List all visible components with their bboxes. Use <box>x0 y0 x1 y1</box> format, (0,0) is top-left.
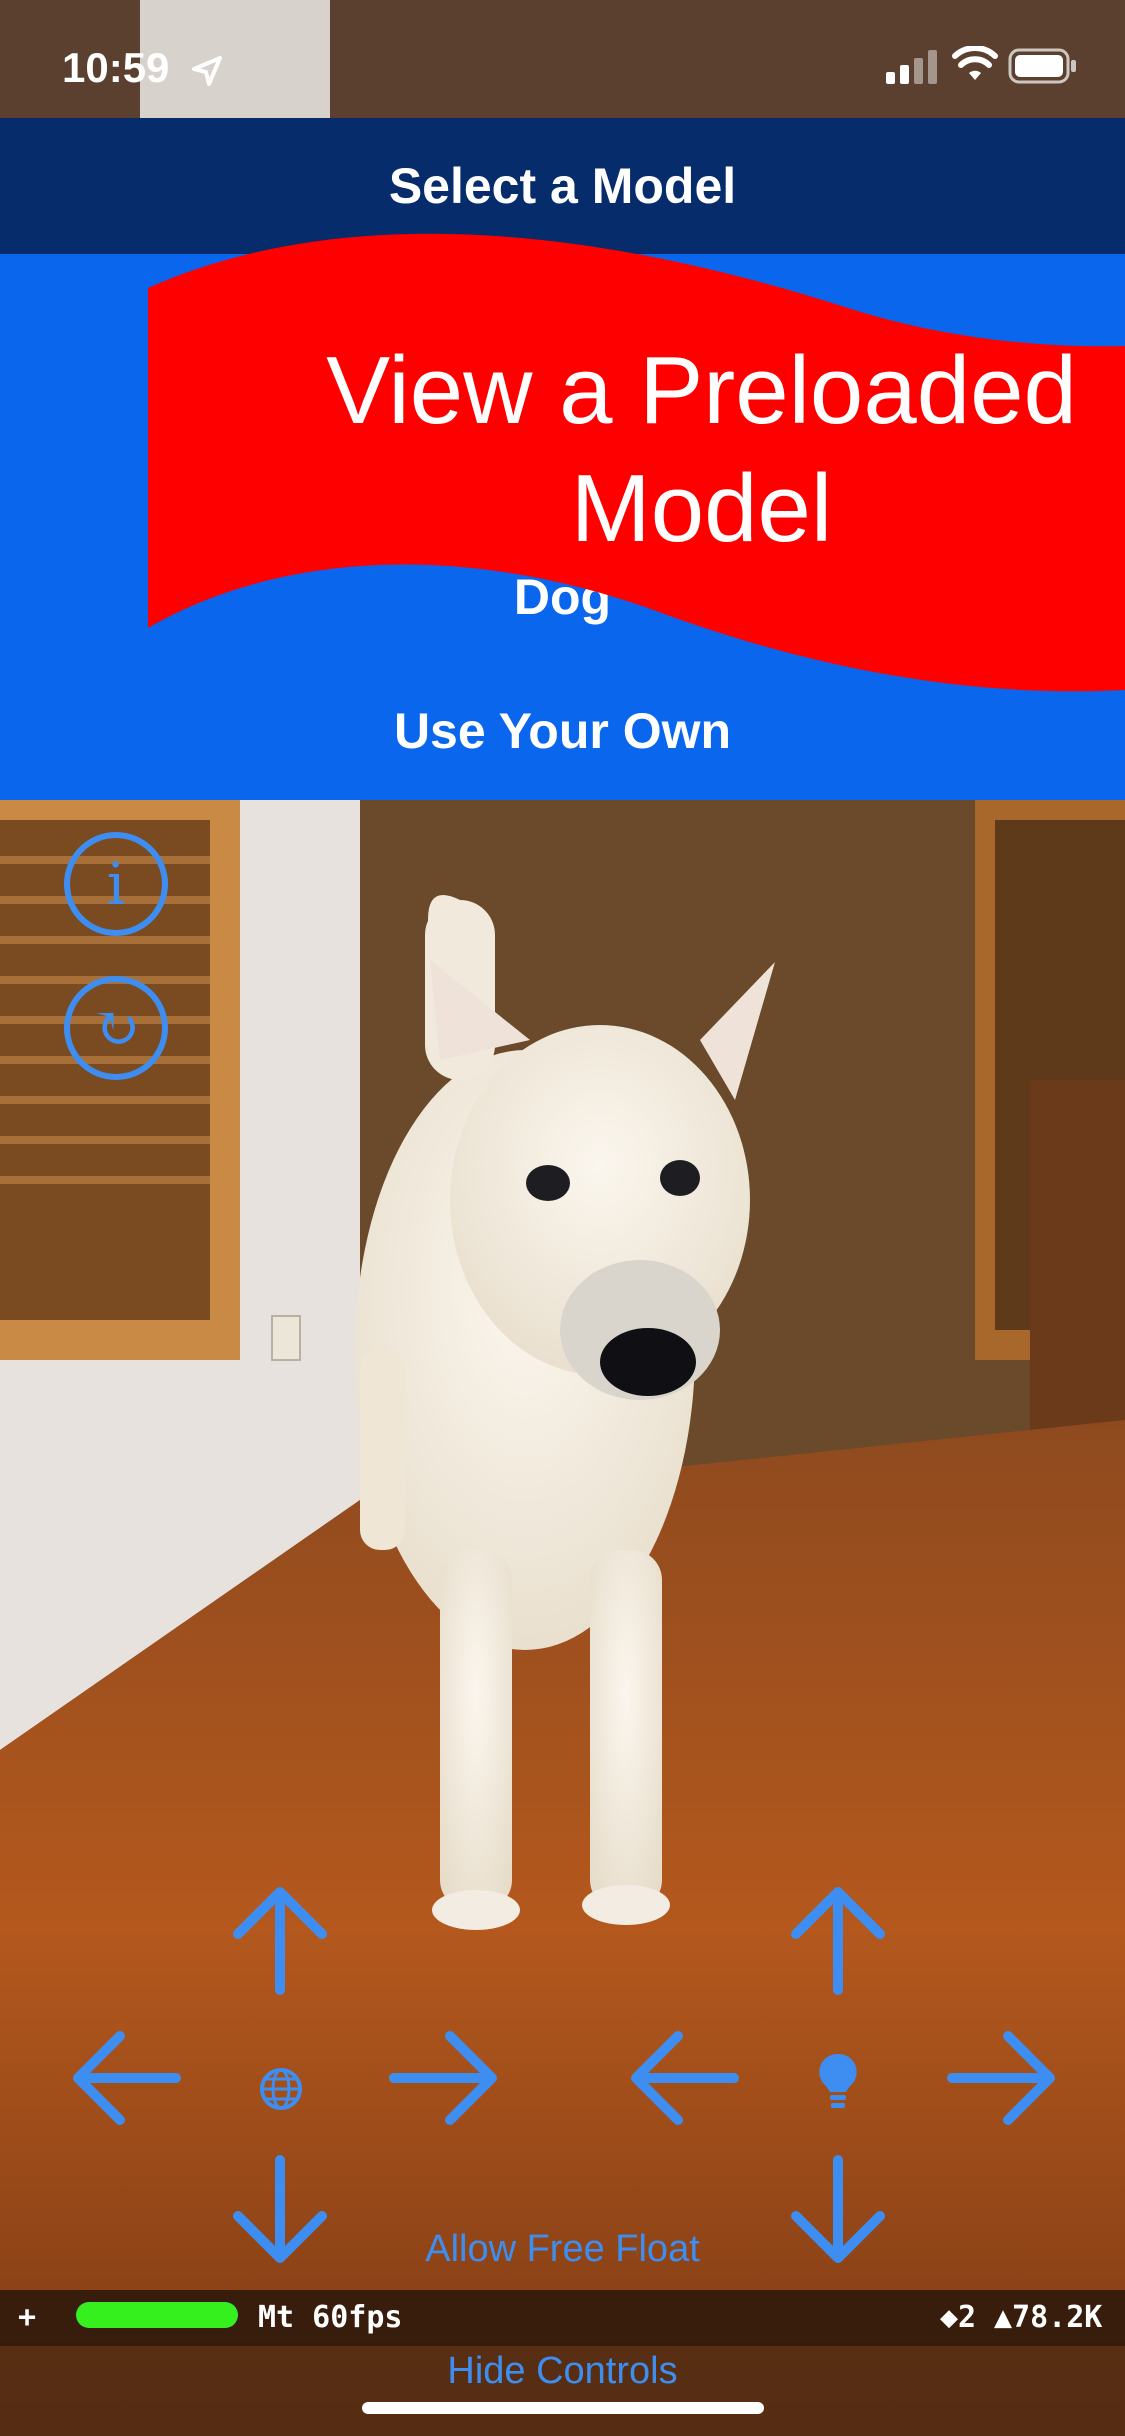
stats-bar: + Mt 60fps ◆2 ▲78.2K <box>0 2290 1125 2346</box>
home-indicator <box>362 2402 764 2414</box>
reset-icon: ↻ <box>91 994 141 1062</box>
lightbulb-icon <box>819 2053 857 2108</box>
allow-free-float-button[interactable]: Allow Free Float <box>0 2228 1125 2271</box>
battery-icon <box>1008 48 1076 84</box>
reset-button[interactable]: ↻ <box>64 976 168 1080</box>
frame-time-bar <box>76 2302 238 2328</box>
move-right-arrow[interactable] <box>384 2018 504 2138</box>
wifi-icon <box>952 46 998 80</box>
banner-line-1: View a Preloaded <box>326 337 1077 444</box>
triangle-count: ▲78.2K <box>994 2300 1103 2335</box>
info-button[interactable]: i <box>64 832 168 936</box>
banner-line-2: Model <box>570 455 833 562</box>
menu-item-use-your-own[interactable]: Use Your Own <box>0 702 1125 760</box>
light-right-arrow[interactable] <box>942 2018 1062 2138</box>
tutorial-banner: View a Preloaded Model <box>148 228 1125 698</box>
fps-label: Mt 60fps <box>258 2300 403 2335</box>
move-left-arrow[interactable] <box>66 2018 186 2138</box>
node-count: ◆2 <box>940 2300 977 2335</box>
cellular-signal-icon <box>886 50 937 84</box>
info-icon: i <box>106 850 126 918</box>
light-up-arrow[interactable] <box>778 1880 898 2000</box>
location-arrow-icon <box>192 56 222 86</box>
menu-title: Select a Model <box>388 158 737 214</box>
stats-expand-button[interactable]: + <box>18 2300 36 2335</box>
status-bar: 10:59 <box>0 0 1125 118</box>
status-time: 10:59 <box>62 44 170 91</box>
frame-time-fill <box>76 2302 238 2328</box>
light-left-arrow[interactable] <box>624 2018 744 2138</box>
globe-icon <box>260 2068 302 2110</box>
hide-controls-button[interactable]: Hide Controls <box>0 2350 1125 2393</box>
move-up-arrow[interactable] <box>220 1880 340 2000</box>
